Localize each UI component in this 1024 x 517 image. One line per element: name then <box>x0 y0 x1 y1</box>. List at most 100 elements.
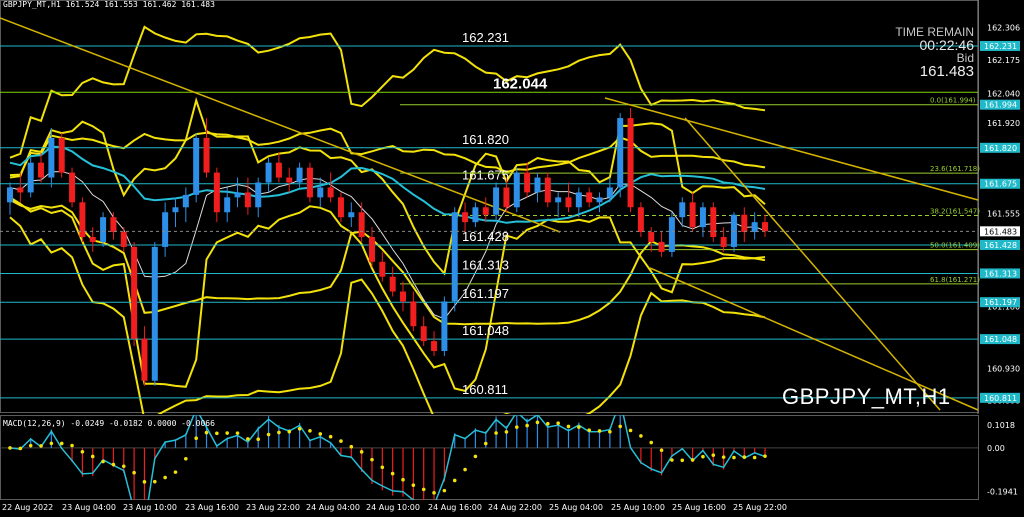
macd-signal-dot <box>152 479 157 484</box>
level-label: 161.675 <box>462 168 509 183</box>
macd-signal-dot <box>483 441 488 446</box>
macd-signal-dot <box>90 454 95 459</box>
candle-body <box>368 237 375 262</box>
time-label: 22 Aug 2022 <box>2 503 54 512</box>
macd-signal-dot <box>8 446 12 450</box>
trend-line <box>604 97 979 201</box>
candle-body <box>348 212 355 218</box>
macd-signal-dot <box>597 429 602 433</box>
macd-signal-dot <box>215 431 219 436</box>
candle-body <box>141 338 148 381</box>
macd-tick-label: 0.1018 <box>987 421 1015 430</box>
price-tag-label: 162.231 <box>984 42 1017 51</box>
candle-body <box>482 207 489 215</box>
level-label: 162.231 <box>462 30 509 45</box>
trend-line <box>684 117 941 411</box>
macd-signal-dot <box>442 488 447 493</box>
candle-body <box>131 246 138 339</box>
level-label: 161.820 <box>462 132 509 147</box>
macd-signal-dot <box>566 424 571 429</box>
price-tag-label: 160.811 <box>984 394 1017 403</box>
price-tag-label: 161.820 <box>984 144 1017 153</box>
fibo-label: 23.6(161.718) <box>930 165 980 173</box>
candle-body <box>27 162 34 193</box>
time-label: 24 Aug 22:00 <box>488 503 542 512</box>
price-tick-label: 162.306 <box>987 23 1020 32</box>
fibo-label: 50.0(161.409) <box>930 242 980 250</box>
current-price-tag-label: 161.483 <box>984 227 1017 236</box>
macd-signal-dot <box>432 491 436 495</box>
time-label: 25 Aug 16:00 <box>672 503 726 512</box>
macd-signal-dot <box>514 425 519 429</box>
candle-body <box>296 167 303 183</box>
macd-signal-dot <box>59 441 64 446</box>
chart-window[interactable]: 162.231 162.044 161.820 161.675 161.428 161.3… <box>0 0 1024 517</box>
candle-body <box>699 207 706 228</box>
macd-signal-dot <box>608 429 612 434</box>
candle-body <box>586 192 593 203</box>
macd-tick-label: 0.00 <box>987 444 1005 453</box>
macd-signal-dot <box>473 454 478 459</box>
price-chart[interactable]: 162.231 162.044 161.820 161.675 161.428 161.3… <box>0 0 1024 414</box>
candle-body <box>327 187 334 198</box>
candle-body <box>606 187 613 198</box>
macd-signal-dot <box>173 470 178 474</box>
level-label: 161.313 <box>462 257 509 272</box>
macd-signal-dot <box>390 471 395 476</box>
time-label: 23 Aug 22:00 <box>246 503 300 512</box>
macd-signal-dot <box>142 480 147 484</box>
macd-signal-dot <box>463 467 467 472</box>
candle-body <box>679 202 686 218</box>
macd-signal-dot <box>556 421 560 425</box>
macd-signal-dot <box>359 450 364 454</box>
macd-signal-dot <box>225 431 229 435</box>
candle-body <box>172 207 179 213</box>
level-label: 160.811 <box>462 382 508 397</box>
candle-body <box>110 217 117 233</box>
candle-body <box>100 217 107 242</box>
macd-signal-dot <box>204 430 209 435</box>
price-tick-label: 162.175 <box>987 56 1020 65</box>
candle-body <box>48 137 55 178</box>
level-label: 162.044 <box>493 75 548 92</box>
macd-signal-dot <box>28 443 33 448</box>
macd-signal-dot <box>690 458 695 462</box>
macd-signal-dot <box>308 429 312 433</box>
macd-tick-label: -0.1941 <box>987 487 1018 496</box>
macd-signal-dot <box>742 455 747 459</box>
macd-signal-dot <box>452 478 457 483</box>
macd-signal-dot <box>587 428 591 432</box>
candle-body <box>203 137 210 173</box>
macd-signal-dot <box>701 454 705 459</box>
price-tick-label: 162.040 <box>987 89 1020 98</box>
candle-body <box>213 172 220 213</box>
macd-signal-dot <box>318 432 323 436</box>
price-tag-label: 161.048 <box>984 335 1017 344</box>
candle-body <box>306 167 313 198</box>
candle-body <box>420 326 427 342</box>
time-label: 25 Aug 04:00 <box>549 503 603 512</box>
candle-body <box>410 301 417 327</box>
macd-info-bar: MACD(12,26,9) -0.0249 -0.0182 0.0000 -0.… <box>3 419 215 428</box>
macd-signal-dot <box>266 432 271 437</box>
macd-signal-dot <box>535 420 540 425</box>
macd-signal-dot <box>18 446 23 451</box>
candle-body <box>38 162 45 178</box>
candle-body <box>741 214 748 233</box>
macd-signal-dot <box>328 434 333 439</box>
macd-signal-dot <box>70 443 74 448</box>
macd-signal-dot <box>339 439 343 443</box>
candle-body <box>58 137 65 173</box>
candle-body <box>182 194 189 208</box>
macd-signal-dot <box>525 423 529 428</box>
macd-signal-dot <box>577 425 581 429</box>
macd-signal-dot <box>132 470 136 475</box>
macd-signal-dot <box>670 458 674 462</box>
mid-band-lower <box>9 198 766 326</box>
price-tag-label: 161.675 <box>984 180 1017 189</box>
level-label: 161.048 <box>462 323 509 338</box>
macd-signal-dot <box>380 465 385 470</box>
symbol-info-bar: GBPJPY_MT,H1 161.524 161.553 161.462 161… <box>3 0 215 9</box>
macd-signal-dot <box>349 444 354 449</box>
candle-body <box>503 187 510 208</box>
